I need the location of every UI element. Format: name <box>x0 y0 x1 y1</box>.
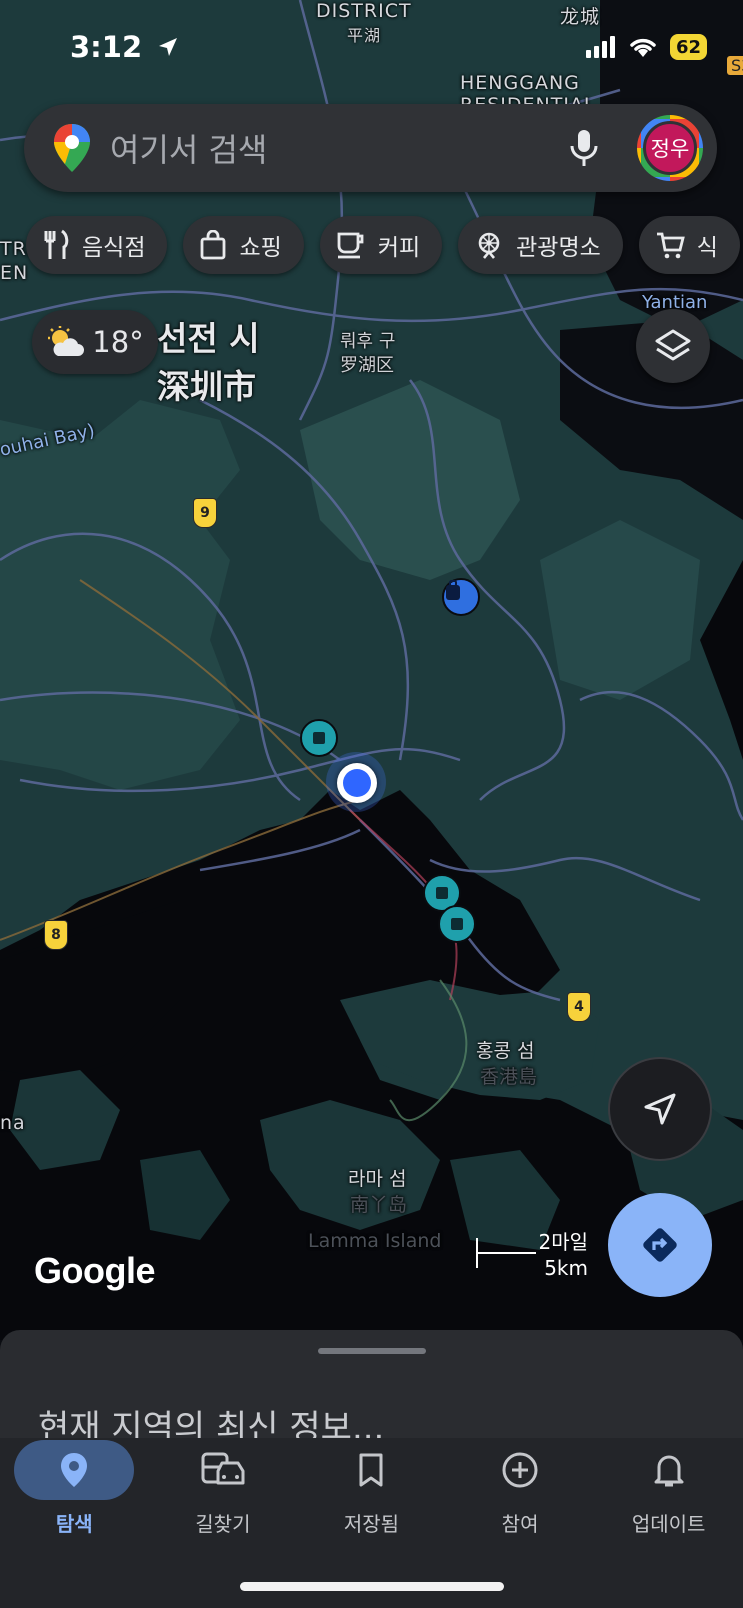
explore-pin-icon <box>61 1453 88 1487</box>
map-label-city-ko: 선전 시 <box>157 319 260 358</box>
location-arrow-icon <box>159 38 178 56</box>
my-location-button[interactable] <box>608 1057 712 1161</box>
chip-coffee[interactable]: 커피 <box>319 216 443 274</box>
map-label-luohu-cn: 罗湖区 <box>340 355 394 376</box>
search-bar[interactable]: 여기서 검색 정우 <box>24 104 717 192</box>
weather-temp: 18° <box>92 325 144 359</box>
my-location-dot[interactable] <box>337 763 377 803</box>
layers-button[interactable] <box>636 309 710 383</box>
tab-label: 저장됨 <box>343 1512 400 1536</box>
attraction-icon <box>478 232 500 259</box>
map-label-longgang: 龙城 <box>560 6 601 28</box>
chip-label: 쇼핑 <box>239 235 282 261</box>
chip-shopping[interactable]: 쇼핑 <box>183 216 304 274</box>
chip-label: 커피 <box>377 235 421 261</box>
commute-car-icon <box>201 1452 245 1485</box>
map-label-left-edge: na <box>0 1112 26 1134</box>
shopping-bag-icon <box>201 230 226 260</box>
status-icons: 62 <box>585 34 707 60</box>
luggage-poi-icon[interactable] <box>442 578 480 616</box>
bottom-sheet[interactable]: 현재 지역의 최신 정보... <box>0 1330 743 1448</box>
coffee-cup-icon <box>337 232 364 259</box>
cart-icon <box>656 232 685 259</box>
map-label-district: DISTRICT <box>316 0 412 22</box>
route-badge-4: 4 <box>567 992 591 1022</box>
add-circle-icon <box>502 1452 538 1488</box>
status-time: 3:12 <box>70 30 180 64</box>
map-label-left-top-b: EN <box>0 262 29 284</box>
map-label-s3: S3 <box>727 56 743 75</box>
map-label-luohu-ko: 뤄후 구 <box>340 331 396 352</box>
tab-updates[interactable]: 업데이트 <box>595 1438 743 1608</box>
chip-label: 음식점 <box>82 235 146 261</box>
map-label-district-cn: 平湖 <box>347 26 382 45</box>
restaurant-icon <box>44 229 69 259</box>
partly-cloudy-icon <box>48 326 85 356</box>
layers-icon <box>655 329 691 361</box>
microphone-icon[interactable] <box>569 128 599 168</box>
map-label-lamma-en: Lamma Island <box>308 1230 442 1252</box>
google-logo: Google <box>34 1250 156 1291</box>
map-scale: 2마일 5km <box>476 1230 592 1280</box>
chip-grocery[interactable]: 식 <box>638 216 740 274</box>
transit-station-icon[interactable] <box>438 905 476 943</box>
directions-icon <box>643 1228 677 1262</box>
transit-station-icon[interactable] <box>300 719 338 757</box>
tab-label: 업데이트 <box>631 1512 706 1536</box>
route-badge-9: 9 <box>193 498 217 528</box>
avatar-initials: 정우 <box>643 121 697 175</box>
chip-restaurant[interactable]: 음식점 <box>26 216 168 274</box>
chip-attractions[interactable]: 관광명소 <box>458 216 623 274</box>
signal-icon <box>585 36 615 58</box>
map-label-lamma-cn: 南丫岛 <box>350 1194 408 1216</box>
sheet-grabber[interactable] <box>318 1348 426 1354</box>
map-label-hk-island-cn: 香港島 <box>480 1066 538 1088</box>
wifi-icon <box>630 38 656 57</box>
home-indicator[interactable] <box>240 1582 504 1591</box>
map-label-city-cn: 深圳市 <box>157 367 256 406</box>
map-label-hk-island: 홍콩 섬 <box>476 1040 535 1062</box>
bell-icon <box>654 1455 684 1487</box>
scale-km: 5km <box>544 1256 588 1280</box>
tab-label: 길찾기 <box>195 1512 251 1536</box>
google-maps-pin-icon <box>54 124 90 172</box>
tab-label: 참여 <box>501 1512 539 1536</box>
map-label-henggang: HENGGANG <box>460 72 580 94</box>
tab-explore[interactable]: 탐색 <box>0 1438 148 1608</box>
route-badge-8: 8 <box>44 920 68 950</box>
category-chips: 음식점 쇼핑 커피 관광명소 식 <box>26 216 740 274</box>
battery-indicator: 62 <box>669 34 707 60</box>
chip-label: 관광명소 <box>516 235 601 261</box>
weather-badge[interactable]: 18° <box>32 310 158 374</box>
bookmark-icon <box>359 1453 383 1487</box>
chip-label: 식 <box>696 235 718 261</box>
search-input[interactable]: 여기서 검색 <box>110 125 569 171</box>
navigation-arrow-icon <box>644 1093 676 1125</box>
directions-button[interactable] <box>608 1193 712 1297</box>
avatar[interactable]: 정우 <box>637 115 703 181</box>
tab-label: 탐색 <box>55 1512 93 1536</box>
map-label-lamma-ko: 라마 섬 <box>348 1168 407 1190</box>
scale-miles: 2마일 <box>538 1230 588 1254</box>
